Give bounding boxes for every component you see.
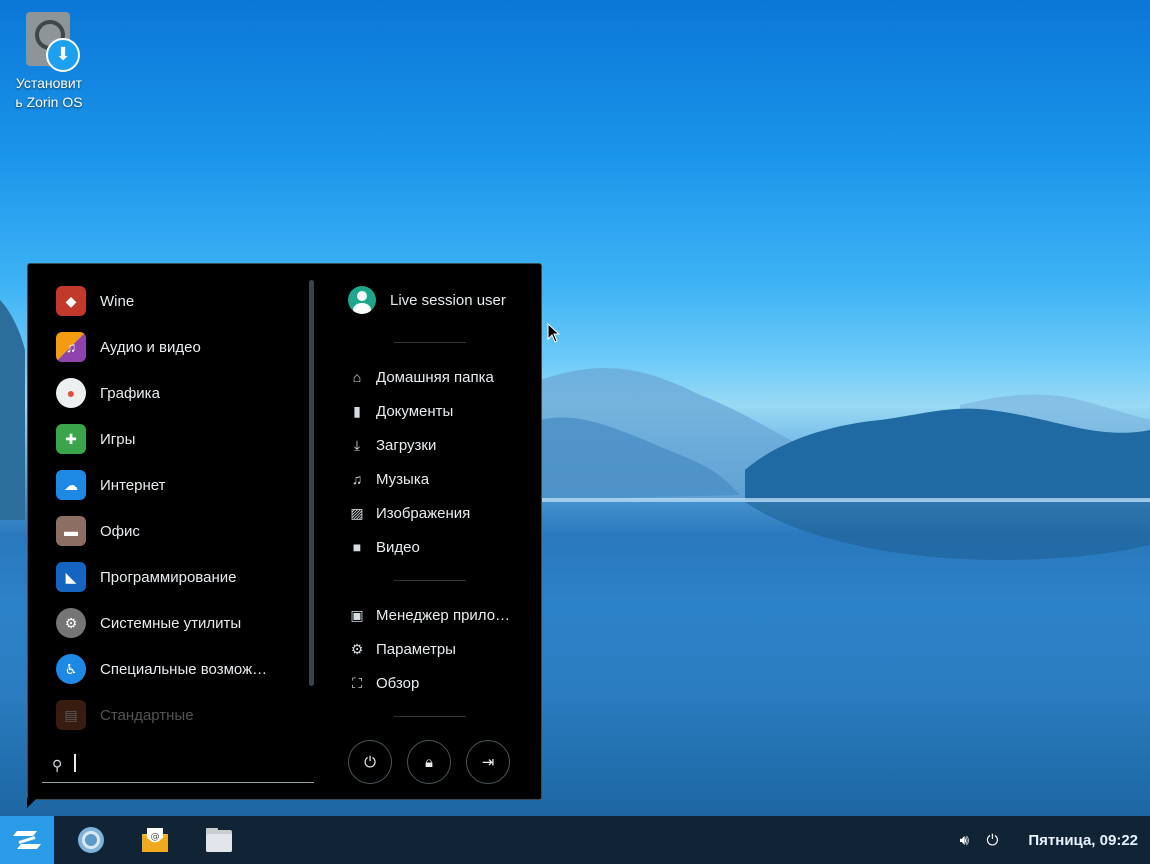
zorin-menu-button[interactable]	[0, 816, 54, 864]
place-label: Загрузки	[376, 436, 437, 454]
music-icon: ♫	[351, 471, 363, 487]
category-accessibility[interactable]: ♿ Специальные возмож…	[42, 646, 302, 692]
system-tray: 🔊︎ ⏻ Пятница, 09:22	[950, 816, 1150, 864]
system-label: Обзор	[376, 674, 420, 692]
overview-icon: ⛶	[352, 674, 362, 691]
system-list: ▣ Менеджер прило… ⚙ Параметры ⛶ Обзор	[348, 598, 510, 700]
menu-pointer	[27, 798, 37, 808]
gamepad-icon: ✚	[56, 424, 86, 454]
category-system-tools[interactable]: ⚙ Системные утилиты	[42, 600, 302, 646]
briefcase-icon: ▬	[56, 516, 86, 546]
places-list: ⌂ Домашняя папка ▮ Документы ⤓ Загрузки ♫ Му…	[348, 360, 494, 564]
settings-item[interactable]: ⚙ Параметры	[348, 632, 510, 666]
cloud-icon: ☁	[56, 470, 86, 500]
category-label: Wine	[100, 292, 135, 310]
category-label: Стандартные	[100, 706, 194, 724]
place-label: Домашняя папка	[376, 368, 494, 386]
install-zorin-label-line1: Установит	[15, 75, 83, 91]
category-accessories[interactable]: ▤ Стандартные	[42, 692, 302, 738]
place-downloads[interactable]: ⤓ Загрузки	[348, 428, 494, 462]
image-icon: ▨	[350, 504, 364, 521]
category-label: Программирование	[100, 568, 237, 586]
category-label: Офис	[100, 522, 140, 540]
install-zorin-label-line2: ь Zorin OS	[15, 94, 83, 110]
category-label: Интернет	[100, 476, 166, 494]
files-icon[interactable]	[203, 824, 235, 856]
video-icon: ■	[352, 539, 362, 555]
place-label: Изображения	[376, 504, 471, 522]
category-list: ◆ Wine ♫ Аудио и видео ● Графика ✚ Игры …	[42, 278, 302, 738]
install-zorin-os-desktop-icon[interactable]: ⬇ Установит ь Zorin OS	[6, 12, 92, 112]
mail-icon[interactable]: @	[139, 824, 171, 856]
logout-button[interactable]: ⇥	[466, 740, 510, 784]
category-programming[interactable]: ◣ Программирование	[42, 554, 302, 600]
document-icon: ▮	[353, 402, 361, 419]
clock[interactable]: Пятница, 09:22	[1028, 832, 1138, 849]
search-icon: ⚲	[52, 757, 63, 773]
system-label: Параметры	[376, 640, 456, 658]
category-label: Графика	[100, 384, 160, 402]
place-label: Видео	[376, 538, 420, 556]
taskbar: @ 🔊︎ ⏻ Пятница, 09:22	[0, 816, 1150, 864]
category-label: Аудио и видео	[100, 338, 201, 356]
programming-icon: ◣	[56, 562, 86, 592]
disk-download-icon: ⬇	[26, 12, 80, 72]
place-label: Документы	[376, 402, 454, 420]
home-icon: ⌂	[352, 369, 362, 385]
software-manager-item[interactable]: ▣ Менеджер прило…	[348, 598, 510, 632]
palette-icon: ●	[56, 378, 86, 408]
lock-button[interactable]: 🔒︎	[407, 740, 451, 784]
audio-video-icon: ♫	[56, 332, 86, 362]
category-scrollbar[interactable]	[309, 280, 314, 686]
avatar-icon	[348, 286, 376, 314]
settings-gear-icon: ⚙	[350, 640, 364, 657]
gear-icon: ⚙	[56, 608, 86, 638]
place-label: Музыка	[376, 470, 430, 488]
place-pictures[interactable]: ▨ Изображения	[348, 496, 494, 530]
accessories-icon: ▤	[56, 700, 86, 730]
text-caret	[74, 754, 76, 772]
user-account-item[interactable]: Live session user	[348, 286, 506, 314]
category-label: Специальные возмож…	[100, 660, 268, 678]
place-videos[interactable]: ■ Видео	[348, 530, 494, 564]
divider	[394, 580, 466, 581]
place-documents[interactable]: ▮ Документы	[348, 394, 494, 428]
power-button[interactable]: ⏻	[348, 740, 392, 784]
menu-search-field[interactable]: ⚲	[42, 746, 314, 783]
category-games[interactable]: ✚ Игры	[42, 416, 302, 462]
divider	[394, 342, 466, 343]
system-label: Менеджер прило…	[376, 606, 511, 624]
svg-text:@: @	[151, 832, 160, 842]
zorin-logo-icon	[13, 831, 41, 849]
session-buttons: ⏻ 🔒︎ ⇥	[348, 740, 510, 784]
category-label: Игры	[100, 430, 136, 448]
category-office[interactable]: ▬ Офис	[42, 508, 302, 554]
power-menu-icon[interactable]: ⏻	[978, 832, 1006, 849]
start-menu: ◆ Wine ♫ Аудио и видео ● Графика ✚ Игры …	[27, 263, 542, 800]
place-music[interactable]: ♫ Музыка	[348, 462, 494, 496]
places-panel: Live session user ⌂ Домашняя папка ▮ Докум…	[334, 264, 541, 799]
category-audio-video[interactable]: ♫ Аудио и видео	[42, 324, 302, 370]
software-bag-icon: ▣	[350, 606, 364, 623]
overview-item[interactable]: ⛶ Обзор	[348, 666, 510, 700]
divider	[394, 716, 466, 717]
category-label: Системные утилиты	[100, 614, 242, 632]
user-name: Live session user	[390, 291, 506, 309]
power-icon: ⏻	[364, 753, 376, 771]
category-internet[interactable]: ☁ Интернет	[42, 462, 302, 508]
volume-icon[interactable]: 🔊︎	[950, 832, 978, 849]
category-wine[interactable]: ◆ Wine	[42, 278, 302, 324]
browser-icon[interactable]	[75, 824, 107, 856]
place-home[interactable]: ⌂ Домашняя папка	[348, 360, 494, 394]
download-icon: ⤓	[353, 436, 361, 453]
accessibility-icon: ♿	[56, 654, 86, 684]
wine-icon: ◆	[56, 286, 86, 316]
category-graphics[interactable]: ● Графика	[42, 370, 302, 416]
lock-icon: 🔒︎	[425, 753, 433, 771]
logout-icon: ⇥	[481, 754, 495, 771]
mouse-cursor-icon	[547, 323, 561, 343]
